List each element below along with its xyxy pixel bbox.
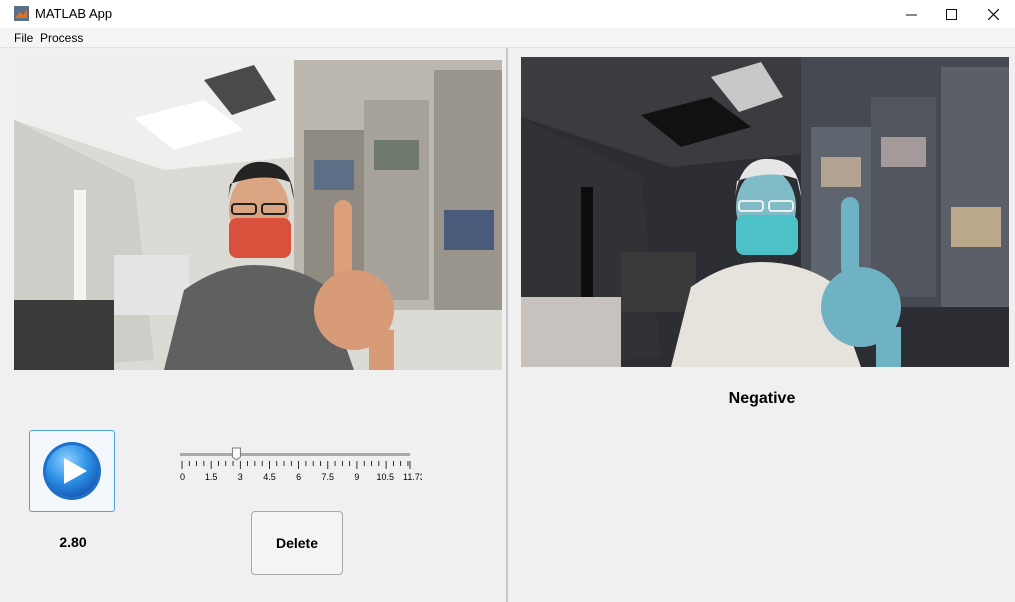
slider-tick-label: 0 bbox=[180, 472, 185, 482]
slider-tick-label: 4.5 bbox=[263, 472, 276, 482]
slider-tick-label: 3 bbox=[238, 472, 243, 482]
slider-tick-label: 6 bbox=[296, 472, 301, 482]
close-icon bbox=[987, 8, 999, 20]
play-icon bbox=[43, 442, 101, 500]
slider-tick-label: 7.5 bbox=[322, 472, 335, 482]
negative-video-frame bbox=[521, 57, 1009, 367]
minimize-icon bbox=[905, 14, 917, 15]
playback-slider[interactable]: 0 1.5 3 4.5 6 7.5 9 10.5 11.73 bbox=[178, 446, 425, 490]
maximize-icon bbox=[945, 8, 957, 20]
window-title: MATLAB App bbox=[35, 6, 113, 21]
menu-file[interactable]: File bbox=[14, 31, 33, 45]
menu-bar: File Process bbox=[0, 28, 1015, 48]
slider-tick-label: 11.73 bbox=[403, 472, 422, 482]
slider-thumb[interactable] bbox=[231, 447, 241, 461]
negative-video-panel: Negative bbox=[509, 48, 1015, 602]
negative-label: Negative bbox=[728, 390, 796, 407]
menu-process[interactable]: Process bbox=[40, 31, 83, 45]
slider-tick-label: 1.5 bbox=[205, 472, 218, 482]
original-video-panel: 2.80 0 1.5 3 4.5 6 7.5 9 10.5 11.73 Delete bbox=[8, 48, 508, 602]
play-button[interactable] bbox=[29, 430, 115, 512]
delete-button[interactable]: Delete bbox=[251, 511, 343, 575]
title-bar: MATLAB App bbox=[0, 0, 1015, 28]
slider-tick-label: 10.5 bbox=[377, 472, 395, 482]
close-button[interactable] bbox=[971, 0, 1015, 28]
slider-tick-label: 9 bbox=[354, 472, 359, 482]
time-readout: 2.80 bbox=[59, 534, 87, 550]
original-video-frame bbox=[14, 60, 502, 370]
matlab-app-icon bbox=[14, 6, 29, 21]
minimize-button[interactable] bbox=[889, 0, 933, 28]
maximize-button[interactable] bbox=[929, 0, 973, 28]
